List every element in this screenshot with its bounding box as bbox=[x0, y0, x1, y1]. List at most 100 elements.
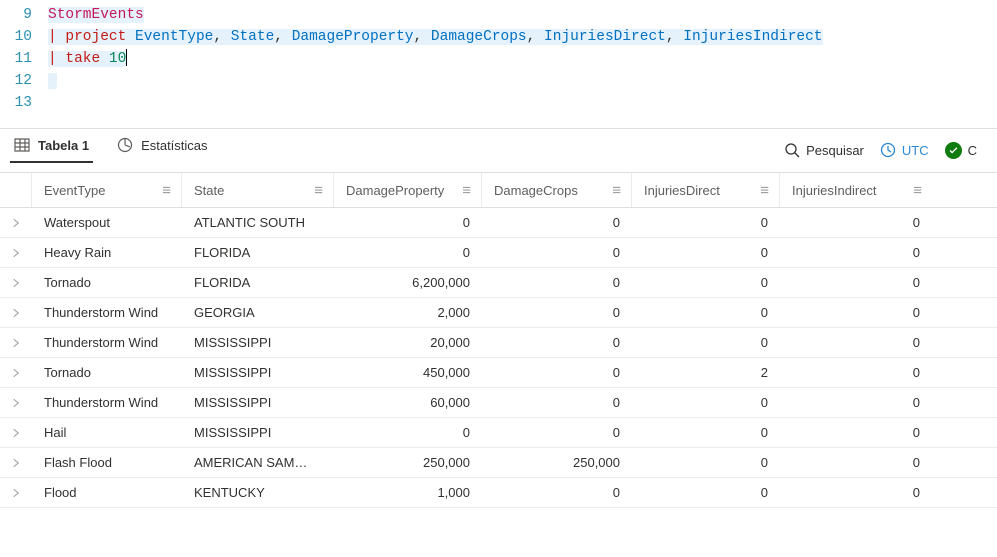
column-header-injuriesindirect[interactable]: InjuriesIndirect ≡ bbox=[780, 173, 932, 207]
expand-row-button[interactable] bbox=[0, 307, 32, 319]
table-icon bbox=[14, 137, 30, 153]
cell-damagecrops: 0 bbox=[482, 335, 632, 350]
results-header-row: EventType ≡ State ≡ DamageProperty ≡ Dam… bbox=[0, 172, 997, 208]
cell-damageproperty: 60,000 bbox=[334, 395, 482, 410]
cell-damageproperty: 6,200,000 bbox=[334, 275, 482, 290]
column-label: State bbox=[194, 183, 224, 198]
search-label: Pesquisar bbox=[806, 143, 864, 158]
expand-row-button[interactable] bbox=[0, 427, 32, 439]
table-row[interactable]: Thunderstorm Wind MISSISSIPPI 60,000 0 0… bbox=[0, 388, 997, 418]
cell-eventtype: Thunderstorm Wind bbox=[32, 395, 182, 410]
cell-eventtype: Thunderstorm Wind bbox=[32, 305, 182, 320]
code-line[interactable]: StormEvents bbox=[48, 4, 997, 26]
column-header-injuriesdirect[interactable]: InjuriesDirect ≡ bbox=[632, 173, 780, 207]
expand-row-button[interactable] bbox=[0, 367, 32, 379]
table-row[interactable]: Thunderstorm Wind MISSISSIPPI 20,000 0 0… bbox=[0, 328, 997, 358]
cell-damagecrops: 250,000 bbox=[482, 455, 632, 470]
code-token-operator: take bbox=[65, 51, 100, 67]
column-header-eventtype[interactable]: EventType ≡ bbox=[32, 173, 182, 207]
column-menu-icon[interactable]: ≡ bbox=[913, 182, 922, 199]
cell-damagecrops: 0 bbox=[482, 215, 632, 230]
clock-icon bbox=[880, 142, 896, 158]
status-label: C bbox=[968, 143, 977, 158]
search-icon bbox=[784, 142, 800, 158]
cell-damagecrops: 0 bbox=[482, 245, 632, 260]
check-icon bbox=[945, 142, 962, 159]
table-row[interactable]: Hail MISSISSIPPI 0 0 0 0 bbox=[0, 418, 997, 448]
cell-injuriesdirect: 0 bbox=[632, 335, 780, 350]
expand-row-button[interactable] bbox=[0, 277, 32, 289]
line-number: 12 bbox=[0, 70, 48, 92]
cell-damagecrops: 0 bbox=[482, 275, 632, 290]
cell-state: MISSISSIPPI bbox=[182, 425, 334, 440]
code-line[interactable]: | take 10 bbox=[48, 48, 997, 70]
code-token-number: 10 bbox=[109, 51, 126, 67]
cell-injuriesindirect: 0 bbox=[780, 215, 932, 230]
line-number: 10 bbox=[0, 26, 48, 48]
column-menu-icon[interactable]: ≡ bbox=[612, 182, 621, 199]
table-row[interactable]: Heavy Rain FLORIDA 0 0 0 0 bbox=[0, 238, 997, 268]
cell-damageproperty: 0 bbox=[334, 215, 482, 230]
code-line[interactable]: | project EventType, State, DamageProper… bbox=[48, 26, 997, 48]
table-row[interactable]: Tornado FLORIDA 6,200,000 0 0 0 bbox=[0, 268, 997, 298]
expand-row-button[interactable] bbox=[0, 397, 32, 409]
cell-eventtype: Waterspout bbox=[32, 215, 182, 230]
column-menu-icon[interactable]: ≡ bbox=[760, 182, 769, 199]
column-label: DamageCrops bbox=[494, 183, 578, 198]
expand-all-placeholder bbox=[0, 173, 32, 207]
results-tab-bar: Tabela 1 Estatísticas Pesquisar UTC C bbox=[0, 129, 997, 171]
table-row[interactable]: Thunderstorm Wind GEORGIA 2,000 0 0 0 bbox=[0, 298, 997, 328]
line-number: 11 bbox=[0, 48, 48, 70]
cell-eventtype: Tornado bbox=[32, 365, 182, 380]
cell-eventtype: Heavy Rain bbox=[32, 245, 182, 260]
cell-damagecrops: 0 bbox=[482, 425, 632, 440]
cell-damageproperty: 20,000 bbox=[334, 335, 482, 350]
status-success[interactable]: C bbox=[937, 138, 985, 163]
cell-eventtype: Thunderstorm Wind bbox=[32, 335, 182, 350]
column-menu-icon[interactable]: ≡ bbox=[462, 182, 471, 199]
column-label: InjuriesIndirect bbox=[792, 183, 877, 198]
cell-eventtype: Tornado bbox=[32, 275, 182, 290]
column-header-damageproperty[interactable]: DamageProperty ≡ bbox=[334, 173, 482, 207]
results-grid[interactable]: Waterspout ATLANTIC SOUTH 0 0 0 0 Heavy … bbox=[0, 208, 997, 508]
tab-table[interactable]: Tabela 1 bbox=[10, 137, 93, 163]
column-menu-icon[interactable]: ≡ bbox=[162, 182, 171, 199]
cell-injuriesdirect: 0 bbox=[632, 455, 780, 470]
cell-injuriesindirect: 0 bbox=[780, 485, 932, 500]
expand-row-button[interactable] bbox=[0, 337, 32, 349]
cell-injuriesdirect: 0 bbox=[632, 485, 780, 500]
tab-statistics[interactable]: Estatísticas bbox=[113, 137, 211, 163]
expand-row-button[interactable] bbox=[0, 217, 32, 229]
column-header-damagecrops[interactable]: DamageCrops ≡ bbox=[482, 173, 632, 207]
search-button[interactable]: Pesquisar bbox=[776, 138, 872, 162]
cell-injuriesdirect: 0 bbox=[632, 245, 780, 260]
cell-eventtype: Flash Flood bbox=[32, 455, 182, 470]
table-row[interactable]: Waterspout ATLANTIC SOUTH 0 0 0 0 bbox=[0, 208, 997, 238]
table-row[interactable]: Flash Flood AMERICAN SAM… 250,000 250,00… bbox=[0, 448, 997, 478]
cell-injuriesdirect: 0 bbox=[632, 305, 780, 320]
cell-damagecrops: 0 bbox=[482, 485, 632, 500]
column-header-state[interactable]: State ≡ bbox=[182, 173, 334, 207]
cell-eventtype: Hail bbox=[32, 425, 182, 440]
cell-damagecrops: 0 bbox=[482, 365, 632, 380]
expand-row-button[interactable] bbox=[0, 247, 32, 259]
cell-injuriesdirect: 2 bbox=[632, 365, 780, 380]
cell-injuriesindirect: 0 bbox=[780, 455, 932, 470]
tab-label: Tabela 1 bbox=[38, 138, 89, 153]
query-editor[interactable]: 9 StormEvents 10 | project EventType, St… bbox=[0, 0, 997, 116]
cell-injuriesdirect: 0 bbox=[632, 275, 780, 290]
cell-damageproperty: 250,000 bbox=[334, 455, 482, 470]
cell-eventtype: Flood bbox=[32, 485, 182, 500]
table-row[interactable]: Flood KENTUCKY 1,000 0 0 0 bbox=[0, 478, 997, 508]
cell-state: KENTUCKY bbox=[182, 485, 334, 500]
cell-state: MISSISSIPPI bbox=[182, 365, 334, 380]
code-token-operator: project bbox=[65, 29, 126, 45]
line-number: 13 bbox=[0, 92, 48, 114]
cell-damageproperty: 2,000 bbox=[334, 305, 482, 320]
table-row[interactable]: Tornado MISSISSIPPI 450,000 0 2 0 bbox=[0, 358, 997, 388]
column-menu-icon[interactable]: ≡ bbox=[314, 182, 323, 199]
expand-row-button[interactable] bbox=[0, 487, 32, 499]
expand-row-button[interactable] bbox=[0, 457, 32, 469]
code-line[interactable] bbox=[48, 70, 997, 92]
timezone-button[interactable]: UTC bbox=[872, 138, 937, 162]
